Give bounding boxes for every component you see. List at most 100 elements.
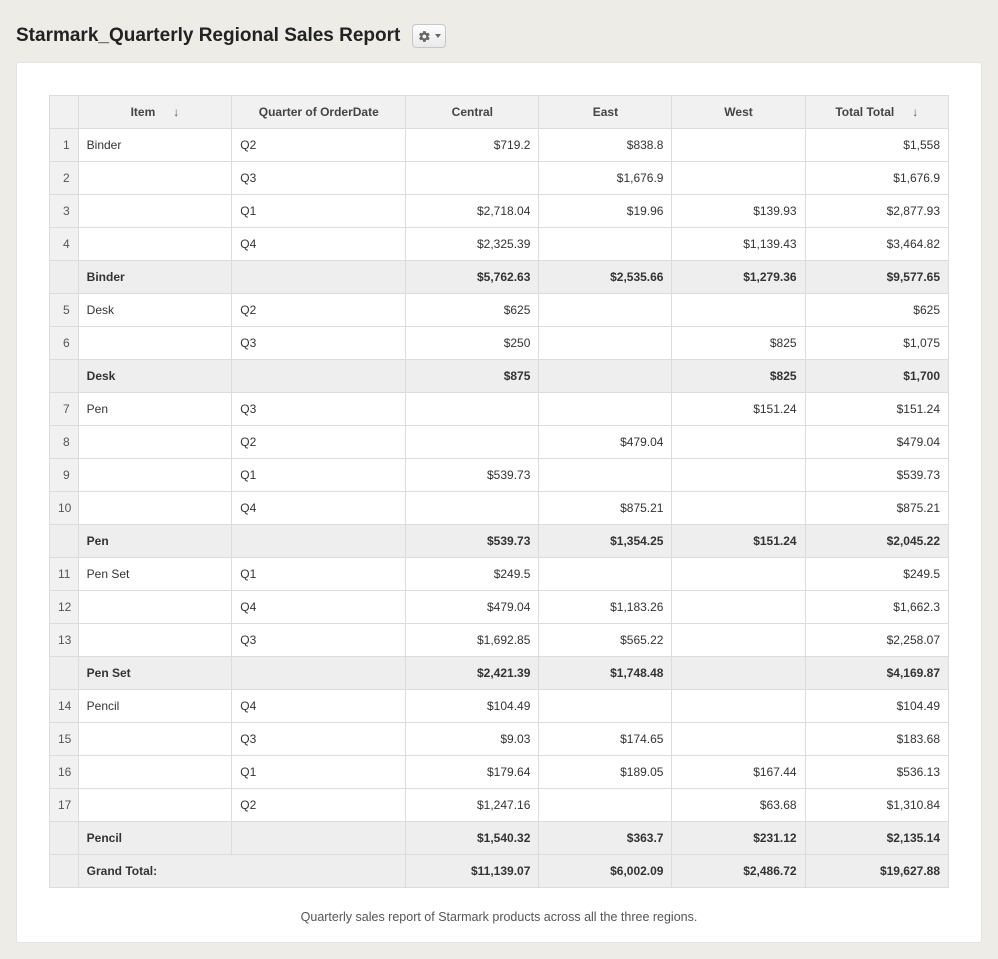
cell-central bbox=[406, 393, 539, 426]
row-number bbox=[50, 822, 79, 855]
cell-total: $1,558 bbox=[805, 129, 948, 162]
subtotal-row: Desk$875$825$1,700 bbox=[50, 360, 949, 393]
cell-west: $63.68 bbox=[672, 789, 805, 822]
subtotal-east: $1,354.25 bbox=[539, 525, 672, 558]
pivot-table: Item ↓ Quarter of OrderDate Central East bbox=[49, 95, 949, 888]
subtotal-west: $151.24 bbox=[672, 525, 805, 558]
gear-icon bbox=[418, 30, 431, 43]
table-row[interactable]: 7PenQ3$151.24$151.24 bbox=[50, 393, 949, 426]
col-item[interactable]: Item ↓ bbox=[78, 96, 232, 129]
cell-quarter: Q4 bbox=[232, 591, 406, 624]
grand-central: $11,139.07 bbox=[406, 855, 539, 888]
row-number: 11 bbox=[50, 558, 79, 591]
subtotal-label: Desk bbox=[78, 360, 232, 393]
row-number: 13 bbox=[50, 624, 79, 657]
table-row[interactable]: 16Q1$179.64$189.05$167.44$536.13 bbox=[50, 756, 949, 789]
table-row[interactable]: 13Q3$1,692.85$565.22$2,258.07 bbox=[50, 624, 949, 657]
row-number bbox=[50, 525, 79, 558]
cell-central: $539.73 bbox=[406, 459, 539, 492]
cell-item: Pencil bbox=[78, 690, 232, 723]
row-number: 10 bbox=[50, 492, 79, 525]
cell-east bbox=[539, 327, 672, 360]
col-total[interactable]: Total Total ↓ bbox=[805, 96, 948, 129]
cell-east bbox=[539, 558, 672, 591]
cell-item bbox=[78, 756, 232, 789]
table-body: 1BinderQ2$719.2$838.8$1,5582Q3$1,676.9$1… bbox=[50, 129, 949, 888]
grand-total-label: Grand Total: bbox=[78, 855, 406, 888]
cell-east bbox=[539, 690, 672, 723]
cell-west: $167.44 bbox=[672, 756, 805, 789]
col-item-label: Item bbox=[131, 105, 156, 119]
row-number: 6 bbox=[50, 327, 79, 360]
row-number: 15 bbox=[50, 723, 79, 756]
subtotal-row: Pen$539.73$1,354.25$151.24$2,045.22 bbox=[50, 525, 949, 558]
cell-east: $1,676.9 bbox=[539, 162, 672, 195]
col-quarter[interactable]: Quarter of OrderDate bbox=[232, 96, 406, 129]
table-row[interactable]: 5DeskQ2$625$625 bbox=[50, 294, 949, 327]
grand-total-row: Grand Total:$11,139.07$6,002.09$2,486.72… bbox=[50, 855, 949, 888]
row-number: 5 bbox=[50, 294, 79, 327]
row-number: 4 bbox=[50, 228, 79, 261]
subtotal-total: $1,700 bbox=[805, 360, 948, 393]
col-west-label: West bbox=[724, 105, 752, 119]
cell-west bbox=[672, 723, 805, 756]
subtotal-central: $5,762.63 bbox=[406, 261, 539, 294]
cell-west bbox=[672, 162, 805, 195]
table-row[interactable]: 2Q3$1,676.9$1,676.9 bbox=[50, 162, 949, 195]
cell-quarter bbox=[232, 822, 406, 855]
cell-west bbox=[672, 426, 805, 459]
cell-total: $1,662.3 bbox=[805, 591, 948, 624]
cell-west: $151.24 bbox=[672, 393, 805, 426]
cell-quarter: Q2 bbox=[232, 789, 406, 822]
cell-quarter: Q2 bbox=[232, 129, 406, 162]
cell-total: $536.13 bbox=[805, 756, 948, 789]
table-row[interactable]: 4Q4$2,325.39$1,139.43$3,464.82 bbox=[50, 228, 949, 261]
table-row[interactable]: 3Q1$2,718.04$19.96$139.93$2,877.93 bbox=[50, 195, 949, 228]
cell-quarter: Q4 bbox=[232, 228, 406, 261]
row-number: 9 bbox=[50, 459, 79, 492]
row-number: 3 bbox=[50, 195, 79, 228]
col-rownum[interactable] bbox=[50, 96, 79, 129]
cell-east: $479.04 bbox=[539, 426, 672, 459]
subtotal-row: Pen Set$2,421.39$1,748.48$4,169.87 bbox=[50, 657, 949, 690]
cell-quarter bbox=[232, 657, 406, 690]
cell-central: $249.5 bbox=[406, 558, 539, 591]
table-row[interactable]: 1BinderQ2$719.2$838.8$1,558 bbox=[50, 129, 949, 162]
row-number bbox=[50, 657, 79, 690]
cell-west: $139.93 bbox=[672, 195, 805, 228]
cell-central: $1,692.85 bbox=[406, 624, 539, 657]
chevron-down-icon bbox=[435, 34, 441, 38]
table-row[interactable]: 9Q1$539.73$539.73 bbox=[50, 459, 949, 492]
cell-west: $1,139.43 bbox=[672, 228, 805, 261]
cell-quarter: Q1 bbox=[232, 195, 406, 228]
subtotal-west: $231.12 bbox=[672, 822, 805, 855]
cell-west: $825 bbox=[672, 327, 805, 360]
subtotal-label: Pencil bbox=[78, 822, 232, 855]
table-row[interactable]: 6Q3$250$825$1,075 bbox=[50, 327, 949, 360]
col-quarter-label: Quarter of OrderDate bbox=[259, 105, 379, 119]
table-row[interactable]: 11Pen SetQ1$249.5$249.5 bbox=[50, 558, 949, 591]
col-central[interactable]: Central bbox=[406, 96, 539, 129]
cell-central bbox=[406, 162, 539, 195]
subtotal-total: $2,045.22 bbox=[805, 525, 948, 558]
table-row[interactable]: 17Q2$1,247.16$63.68$1,310.84 bbox=[50, 789, 949, 822]
subtotal-east bbox=[539, 360, 672, 393]
subtotal-west bbox=[672, 657, 805, 690]
cell-central bbox=[406, 426, 539, 459]
subtotal-row: Binder$5,762.63$2,535.66$1,279.36$9,577.… bbox=[50, 261, 949, 294]
row-number: 12 bbox=[50, 591, 79, 624]
col-east[interactable]: East bbox=[539, 96, 672, 129]
table-row[interactable]: 12Q4$479.04$1,183.26$1,662.3 bbox=[50, 591, 949, 624]
subtotal-central: $875 bbox=[406, 360, 539, 393]
cell-central: $250 bbox=[406, 327, 539, 360]
row-number: 8 bbox=[50, 426, 79, 459]
table-row[interactable]: 15Q3$9.03$174.65$183.68 bbox=[50, 723, 949, 756]
table-row[interactable]: 14PencilQ4$104.49$104.49 bbox=[50, 690, 949, 723]
col-west[interactable]: West bbox=[672, 96, 805, 129]
settings-button[interactable] bbox=[412, 24, 446, 48]
cell-quarter bbox=[232, 261, 406, 294]
sort-arrow-icon: ↓ bbox=[912, 105, 918, 119]
table-row[interactable]: 10Q4$875.21$875.21 bbox=[50, 492, 949, 525]
table-row[interactable]: 8Q2$479.04$479.04 bbox=[50, 426, 949, 459]
cell-item bbox=[78, 624, 232, 657]
